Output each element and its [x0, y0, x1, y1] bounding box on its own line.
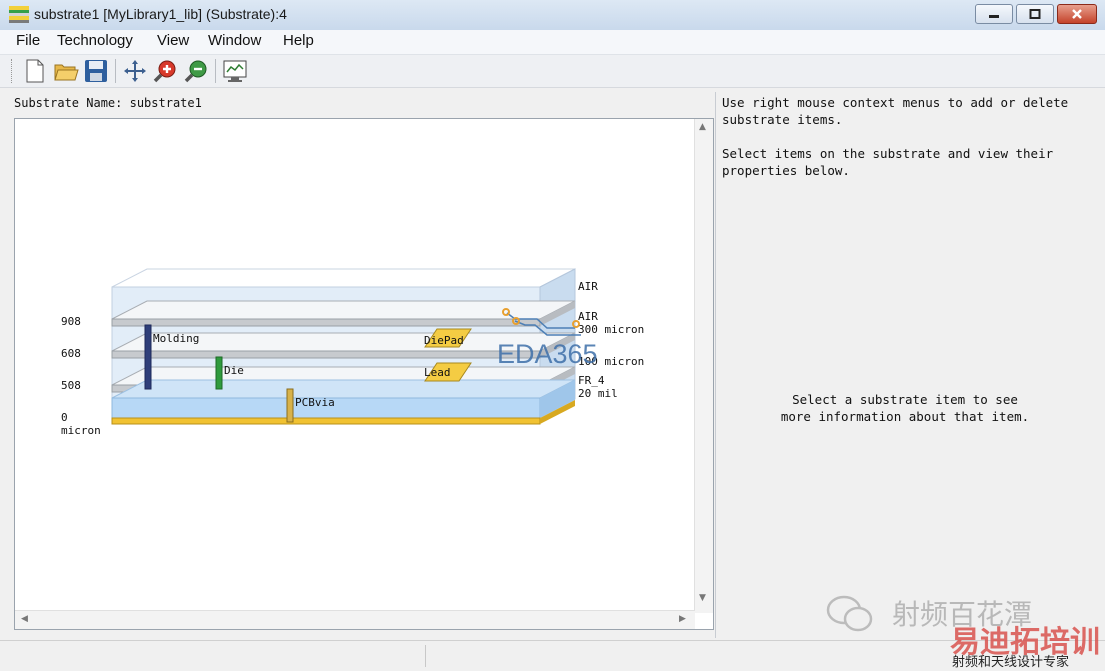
item-label-diepad: DiePad [424, 334, 464, 347]
scroll-left-icon[interactable]: ◀ [21, 614, 28, 624]
item-label-molding: Molding [153, 332, 199, 345]
maximize-icon [1029, 9, 1041, 19]
properties-info-text: Select a substrate item to see more info… [722, 391, 1088, 425]
close-icon [1072, 9, 1082, 19]
layer-label-air-top: AIR [578, 280, 598, 293]
zoom-in-icon[interactable] [153, 58, 179, 84]
die-item[interactable] [215, 356, 223, 390]
substrate-canvas[interactable]: Molding Die PCBvia DiePad Lead 908 608 5… [14, 118, 714, 630]
fr4-top-face [111, 379, 576, 399]
eda365-logo-text: EDA365 [497, 339, 598, 369]
help-line: Use right mouse context menus to add or … [722, 95, 1069, 110]
menu-file[interactable]: File [16, 32, 40, 49]
scroll-right-icon[interactable]: ▶ [679, 614, 686, 624]
vertical-scrollbar[interactable]: ▲ ▼ [694, 119, 713, 613]
toolbar-separator [115, 59, 116, 83]
air-top-face [111, 268, 576, 288]
open-icon[interactable] [53, 58, 79, 84]
item-label-pcbvia: PCBvia [295, 396, 335, 409]
maximize-button[interactable] [1016, 4, 1054, 24]
item-label-lead: Lead [424, 366, 451, 379]
layer-label-air: AIR [578, 310, 598, 323]
wechat-icon [826, 595, 873, 632]
toolbar-separator [215, 59, 216, 83]
thickness-label: 300 micron [578, 323, 644, 336]
horizontal-scrollbar[interactable]: ◀ ▶ [15, 610, 695, 629]
info-line: more information about that item. [780, 409, 1030, 424]
scroll-down-icon[interactable]: ▼ [699, 593, 706, 603]
panel-divider[interactable] [715, 92, 716, 638]
view-all-icon[interactable] [222, 58, 248, 84]
level-label: 508 [61, 379, 81, 392]
thickness-label: 20 mil [578, 387, 618, 400]
level-label: 908 [61, 315, 81, 328]
level-label: 0 [61, 411, 68, 424]
app-icon [9, 6, 29, 23]
substrate-name-row: Substrate Name: substrate1 [14, 96, 202, 110]
window-title: substrate1 [MyLibrary1_lib] (Substrate):… [34, 6, 287, 22]
zoom-out-icon[interactable] [184, 58, 210, 84]
molding-item[interactable] [144, 324, 152, 390]
minimize-button[interactable] [975, 4, 1013, 24]
menu-help[interactable]: Help [283, 32, 314, 49]
menu-technology[interactable]: Technology [57, 32, 133, 49]
metal-layer-front[interactable] [111, 318, 541, 327]
help-text-select-items: Select items on the substrate and view t… [722, 145, 1053, 179]
toolbar-grip[interactable] [11, 59, 15, 83]
info-line: Select a substrate item to see [792, 392, 1018, 407]
menu-bar: File Technology View Window Help [0, 30, 1105, 55]
help-line: Select items on the substrate and view t… [722, 146, 1054, 161]
new-icon[interactable] [22, 58, 48, 84]
substrate-name-value: substrate1 [129, 96, 202, 110]
help-line: properties below. [722, 163, 850, 178]
substrate-diagram[interactable]: Molding Die PCBvia DiePad Lead 908 608 5… [15, 119, 695, 613]
level-label: 608 [61, 347, 81, 360]
ground-plane[interactable] [111, 417, 541, 425]
status-divider [425, 645, 426, 667]
brand-tagline: 射频和天线设计专家 [952, 655, 1070, 670]
substrate-name-label: Substrate Name: [14, 96, 123, 110]
layer-label-fr4: FR_4 [578, 374, 605, 387]
pcbvia-item[interactable] [286, 388, 294, 423]
minimize-icon [989, 15, 999, 18]
item-label-die: Die [224, 364, 244, 377]
help-line: substrate items. [722, 112, 843, 127]
level-unit-label: micron [61, 424, 101, 437]
save-icon[interactable] [83, 58, 109, 84]
menu-window[interactable]: Window [208, 32, 261, 49]
metal-layer-front[interactable] [111, 350, 541, 359]
status-bar [0, 640, 1105, 671]
help-text-context-menu: Use right mouse context menus to add or … [722, 94, 1068, 128]
toolbar [0, 55, 1105, 88]
title-bar: substrate1 [MyLibrary1_lib] (Substrate):… [0, 0, 1105, 31]
close-button[interactable] [1057, 4, 1097, 24]
menu-view[interactable]: View [157, 32, 189, 49]
pan-icon[interactable] [122, 58, 148, 84]
scroll-up-icon[interactable]: ▲ [699, 122, 706, 132]
